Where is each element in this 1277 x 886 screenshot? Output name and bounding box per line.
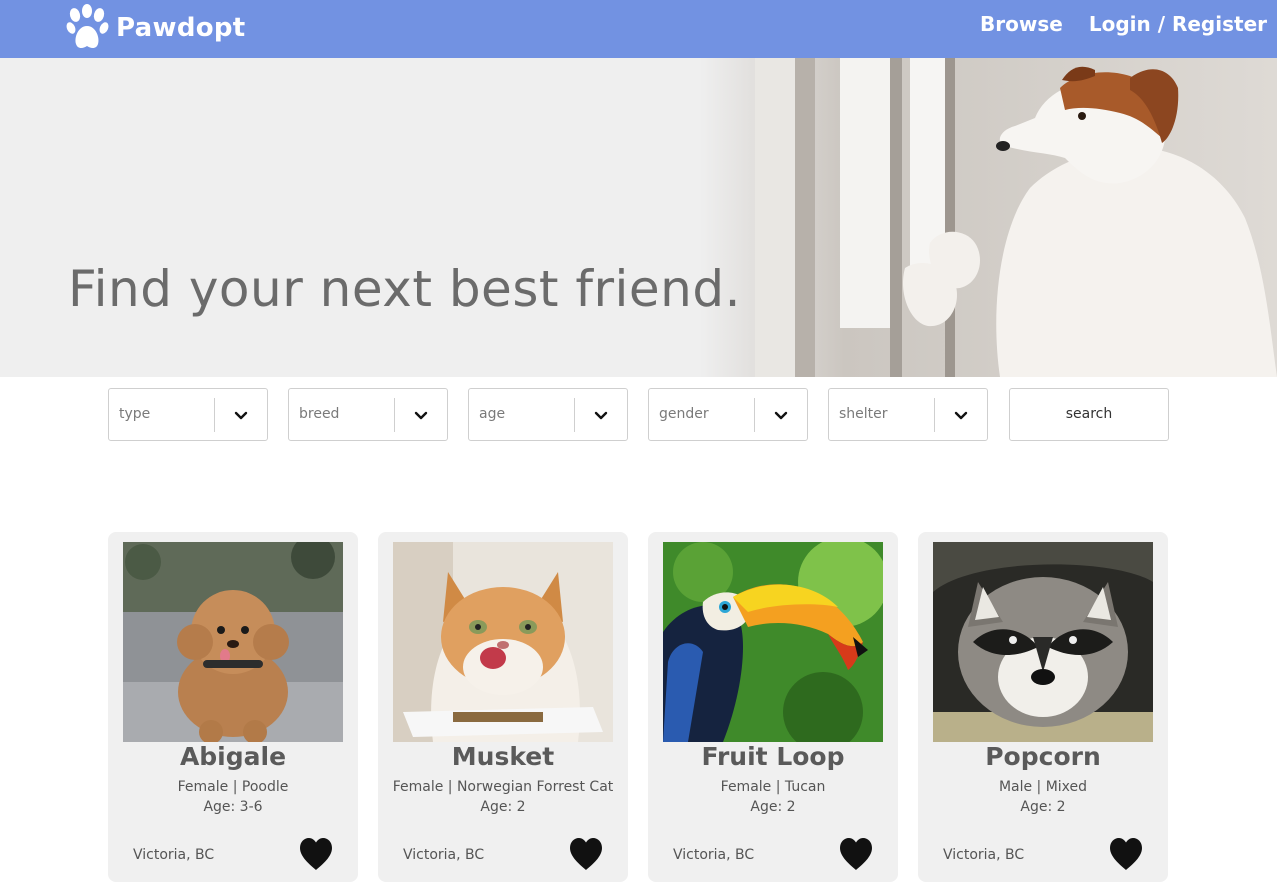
poodle-photo [123,542,343,742]
heart-icon[interactable] [298,837,334,871]
chevron-down-icon[interactable] [773,408,789,424]
heart-icon[interactable] [838,837,874,871]
shelter-select[interactable]: shelter [828,388,988,441]
pet-photo [933,542,1153,742]
pet-age: Age: 2 [1020,799,1066,815]
pet-location: Victoria, BC [673,847,755,863]
breed-select-placeholder: breed [299,406,340,422]
pet-card[interactable]: Fruit Loop Female | Tucan Age: 2 Victori… [648,532,898,882]
pet-name: Popcorn [985,742,1101,771]
pet-location: Victoria, BC [133,847,215,863]
pet-age: Age: 3-6 [203,799,263,815]
chevron-down-icon[interactable] [593,408,609,424]
breed-select[interactable]: breed [288,388,448,441]
search-button[interactable]: search [1009,388,1169,441]
pet-photo [393,542,613,742]
select-divider [574,398,575,432]
logo-text: Pawdopt [116,13,246,43]
age-select-placeholder: age [479,406,506,422]
shelter-select-placeholder: shelter [839,406,888,422]
main-nav: Browse Login / Register [954,12,1267,36]
cat-photo [393,542,613,742]
pet-card[interactable]: Abigale Female | Poodle Age: 3-6 Victori… [108,532,358,882]
chevron-down-icon[interactable] [233,408,249,424]
select-divider [394,398,395,432]
chevron-down-icon[interactable] [413,408,429,424]
site-header: Pawdopt Browse Login / Register [0,0,1277,58]
pet-card[interactable]: Musket Female | Norwegian Forrest Cat Ag… [378,532,628,882]
logo[interactable]: Pawdopt [66,4,246,52]
age-select[interactable]: age [468,388,628,441]
toucan-photo [663,542,883,742]
pet-gender-breed: Male | Mixed [998,779,1088,795]
type-select-placeholder: type [119,406,151,422]
gender-select[interactable]: gender [648,388,808,441]
raccoon-photo [933,542,1153,742]
pet-gender-breed: Female | Norwegian Forrest Cat [392,779,614,795]
pet-photo [663,542,883,742]
pet-card[interactable]: Popcorn Male | Mixed Age: 2 Victoria, BC [918,532,1168,882]
paw-icon [66,4,109,48]
select-divider [934,398,935,432]
pet-age: Age: 2 [750,799,796,815]
nav-browse[interactable]: Browse [980,12,1063,36]
pet-gender-breed: Female | Tucan [720,779,826,795]
nav-login-register[interactable]: Login / Register [1089,12,1267,36]
pet-name: Abigale [179,742,287,771]
pet-location: Victoria, BC [943,847,1025,863]
chevron-down-icon[interactable] [953,408,969,424]
heart-icon[interactable] [1108,837,1144,871]
type-select[interactable]: type [108,388,268,441]
heart-icon[interactable] [568,837,604,871]
select-divider [754,398,755,432]
pet-age: Age: 2 [480,799,526,815]
pet-photo [123,542,343,742]
hero-banner: Find your next best friend. [0,58,1277,377]
gender-select-placeholder: gender [659,406,709,422]
pet-name: Musket [451,742,555,771]
pet-location: Victoria, BC [403,847,485,863]
select-divider [214,398,215,432]
pet-gender-breed: Female | Poodle [177,779,289,795]
hero-title: Find your next best friend. [68,260,741,318]
pet-name: Fruit Loop [701,742,845,771]
hero-dog-photo [700,58,1277,377]
